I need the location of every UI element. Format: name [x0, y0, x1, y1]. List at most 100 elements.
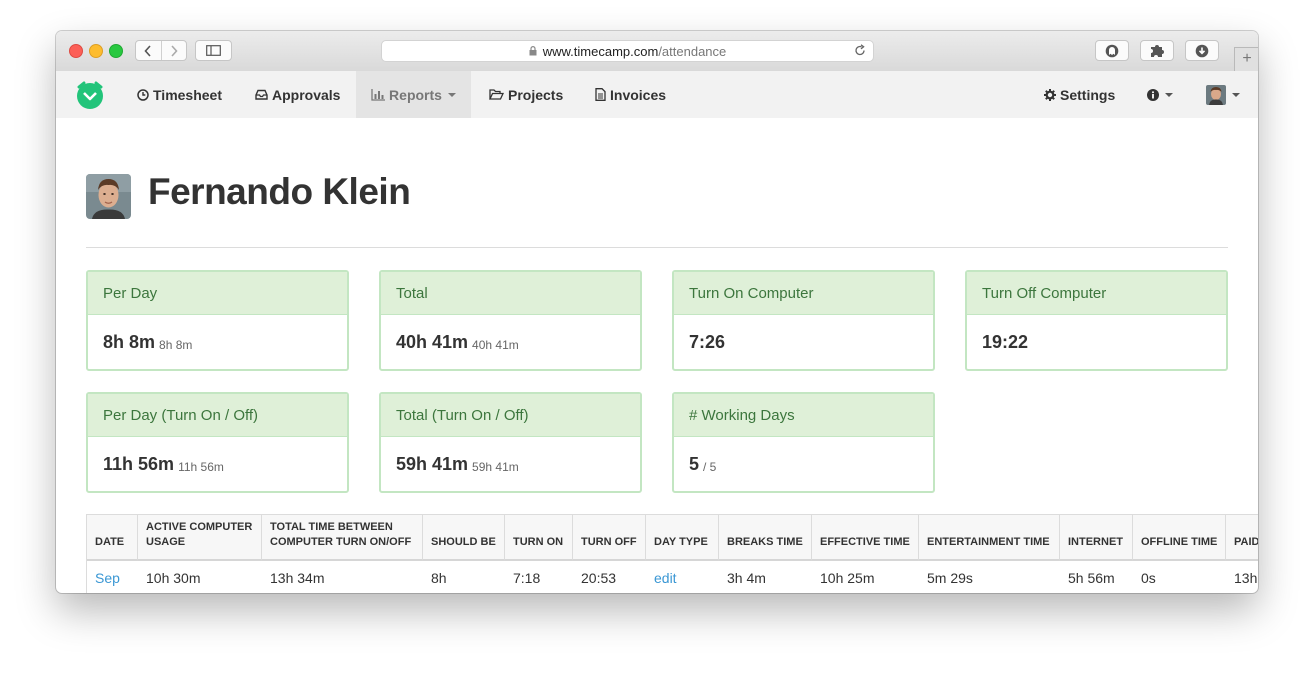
- url-path: /attendance: [658, 43, 727, 59]
- column-header-label: INTERNET: [1068, 536, 1123, 548]
- column-header-label: OFFLINE TIME: [1141, 536, 1218, 548]
- new-tab-button[interactable]: +: [1234, 47, 1258, 72]
- nav-settings[interactable]: Settings: [1044, 71, 1115, 118]
- column-header-active-computer-usage: ACTIVE COMPUTER USAGE: [138, 515, 262, 561]
- card-subvalue: 11h 56m: [178, 459, 224, 474]
- edit-day-type-link[interactable]: edit: [646, 561, 719, 593]
- browser-window: www.timecamp.com/attendance + Timesheet …: [56, 31, 1258, 593]
- table-cell: 13h 34m: [270, 570, 325, 586]
- reload-icon[interactable]: [854, 44, 866, 60]
- column-header-entertainment-time: ENTERTAINMENT TIME: [919, 515, 1060, 561]
- zoom-window-button[interactable]: [109, 44, 123, 58]
- extension-button-puzzle[interactable]: [1140, 40, 1174, 61]
- info-circle-icon: [1147, 88, 1159, 101]
- card-value: 59h 41m: [396, 454, 469, 474]
- stat-card-turn-on: Turn On Computer 7:26: [672, 270, 935, 371]
- downloads-button[interactable]: [1185, 40, 1219, 61]
- caret-down-icon: [447, 92, 456, 97]
- app-navbar: Timesheet Approvals Reports Projects Inv…: [56, 71, 1258, 118]
- plus-icon: +: [1242, 50, 1252, 67]
- user-menu[interactable]: [1206, 71, 1240, 118]
- column-header-label: TOTAL TIME BETWEEN: [270, 521, 393, 533]
- table-cell: 10h 25m: [820, 570, 875, 586]
- nav-invoices-label: Invoices: [610, 86, 667, 103]
- minimize-window-button[interactable]: [89, 44, 103, 58]
- card-title: Per Day (Turn On / Off): [88, 394, 347, 437]
- card-title: Total (Turn On / Off): [381, 394, 640, 437]
- column-header-label: COMPUTER TURN ON/OFF: [270, 536, 412, 548]
- column-header-breaks-time: BREAKS TIME: [719, 515, 812, 561]
- table-cell: 10h 30m: [146, 570, 201, 586]
- table-cell: 5h 56m: [1068, 570, 1115, 586]
- divider: [86, 247, 1228, 248]
- download-icon: [1195, 44, 1209, 57]
- user-avatar: [86, 174, 131, 219]
- card-subvalue: 59h 41m: [472, 459, 519, 474]
- table-cell: 5m 29s: [927, 570, 973, 586]
- table-cell: 7:18: [513, 570, 541, 586]
- sidebar-toggle-button[interactable]: [195, 40, 232, 61]
- timecamp-logo[interactable]: [75, 80, 105, 110]
- nav-approvals[interactable]: Approvals: [255, 71, 340, 118]
- column-header-label: ENTERTAINMENT TIME: [927, 536, 1050, 548]
- caret-down-icon: [1232, 92, 1240, 97]
- forward-button[interactable]: [160, 41, 187, 60]
- help-menu[interactable]: [1147, 71, 1173, 118]
- back-button[interactable]: [136, 41, 161, 60]
- table-cell: 13h: [1234, 570, 1258, 586]
- card-value: 8h 8m: [103, 332, 156, 352]
- nav-settings-label: Settings: [1060, 86, 1116, 103]
- address-bar[interactable]: www.timecamp.com/attendance: [381, 40, 874, 62]
- column-header-effective-time: EFFECTIVE TIME: [812, 515, 919, 561]
- nav-invoices[interactable]: Invoices: [595, 71, 666, 118]
- bar-chart-icon: [371, 88, 386, 101]
- card-value: 11h 56m: [103, 454, 175, 474]
- column-header-paid: PAID: [1226, 515, 1258, 561]
- stat-card-turn-off: Turn Off Computer 19:22: [965, 270, 1228, 371]
- column-header-label: ACTIVE COMPUTER: [146, 521, 253, 533]
- card-value: 5: [689, 454, 700, 474]
- card-title: # Working Days: [674, 394, 933, 437]
- ghost-icon: [1105, 44, 1119, 57]
- card-subvalue: 40h 41m: [472, 337, 519, 352]
- extension-button-ghostery[interactable]: [1095, 40, 1129, 61]
- column-header-label: SHOULD BE: [431, 536, 496, 548]
- nav-reports[interactable]: Reports: [356, 71, 471, 118]
- column-header-total-time: TOTAL TIME BETWEEN COMPUTER TURN ON/OFF: [262, 515, 423, 561]
- column-header-label: EFFECTIVE TIME: [820, 536, 910, 548]
- stat-card-per-day: Per Day 8h 8m 8h 8m: [86, 270, 349, 371]
- nav-timesheet-label: Timesheet: [153, 86, 222, 103]
- nav-reports-label: Reports: [389, 86, 442, 103]
- sidebar-icon: [206, 45, 221, 56]
- column-header-label: DATE: [95, 536, 125, 548]
- card-subvalue: / 5: [703, 459, 717, 474]
- inbox-icon: [255, 89, 268, 100]
- chevron-right-icon: [171, 44, 178, 57]
- column-header-offline-time: OFFLINE TIME: [1133, 515, 1226, 561]
- nav-projects[interactable]: Projects: [489, 71, 563, 118]
- avatar: [1206, 84, 1226, 105]
- stat-card-per-day-turn-on-off: Per Day (Turn On / Off) 11h 56m 11h 56m: [86, 392, 349, 493]
- folder-open-icon: [489, 89, 504, 100]
- card-title: Turn Off Computer: [967, 272, 1226, 315]
- column-header-day-type: DAY TYPE: [646, 515, 719, 561]
- caret-down-icon: [1165, 92, 1173, 97]
- card-title: Total: [381, 272, 640, 315]
- nav-projects-label: Projects: [508, 86, 564, 103]
- file-icon: [595, 88, 606, 101]
- card-value: 19:22: [982, 332, 1029, 352]
- chevron-left-icon: [144, 44, 151, 57]
- clock-icon: [137, 88, 149, 101]
- column-header-date: DATE: [87, 515, 138, 561]
- date-link[interactable]: Sep: [87, 561, 138, 593]
- attendance-table: DATE ACTIVE COMPUTER USAGE TOTAL TIME BET…: [86, 514, 1258, 593]
- column-header-label: TURN OFF: [581, 536, 637, 548]
- close-window-button[interactable]: [69, 44, 83, 58]
- stat-card-total: Total 40h 41m 40h 41m: [379, 270, 642, 371]
- page-title: Fernando Klein: [148, 171, 411, 212]
- url-host: www.timecamp.com: [542, 43, 659, 59]
- puzzle-icon: [1151, 44, 1164, 57]
- lock-icon: [529, 44, 537, 59]
- nav-timesheet[interactable]: Timesheet: [137, 71, 222, 118]
- column-header-label: DAY TYPE: [654, 536, 708, 548]
